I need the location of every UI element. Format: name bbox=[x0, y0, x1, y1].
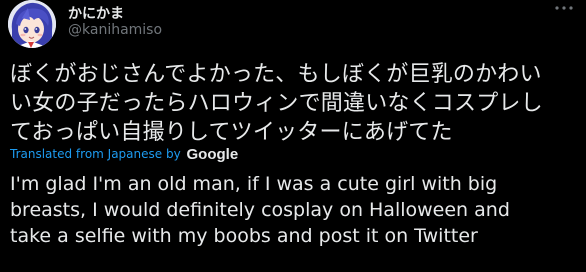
user-handle[interactable]: @kanihamiso bbox=[68, 22, 162, 38]
dots-icon bbox=[555, 6, 573, 10]
translated-from-label: Translated from Japanese by bbox=[10, 147, 181, 161]
original-line: ておっぱい自撮りしてツイッターにあげてた bbox=[10, 120, 453, 145]
translation-line: take a selfie with my boobs and post it … bbox=[10, 225, 478, 247]
display-name[interactable]: かにかま bbox=[68, 3, 124, 23]
translated-by-link[interactable]: Translated from Japanese by Google bbox=[10, 146, 238, 163]
more-options-icon[interactable] bbox=[552, 0, 576, 18]
avatar-anime-character-icon bbox=[8, 0, 56, 48]
original-line: ぼくがおじさんでよかった、もしぼくが巨乳のかわい bbox=[10, 62, 542, 87]
translation-line: I'm glad I'm an old man, if I was a cute… bbox=[10, 173, 498, 195]
translation-line: breasts, I would definitely cosplay on H… bbox=[10, 199, 510, 221]
google-logo: Google bbox=[186, 146, 239, 163]
tweet: かにかま @kanihamiso ぼくがおじさんでよかった、もしぼくが巨乳のかわ… bbox=[0, 0, 586, 272]
tweet-translation-text: I'm glad I'm an old man, if I was a cute… bbox=[10, 171, 580, 249]
original-line: い女の子だったらハロウィンで間違いなくコスプレし bbox=[10, 91, 543, 116]
avatar[interactable] bbox=[8, 0, 56, 48]
tweet-original-text: ぼくがおじさんでよかった、もしぼくが巨乳のかわい い女の子だったらハロウィンで間… bbox=[10, 60, 580, 147]
